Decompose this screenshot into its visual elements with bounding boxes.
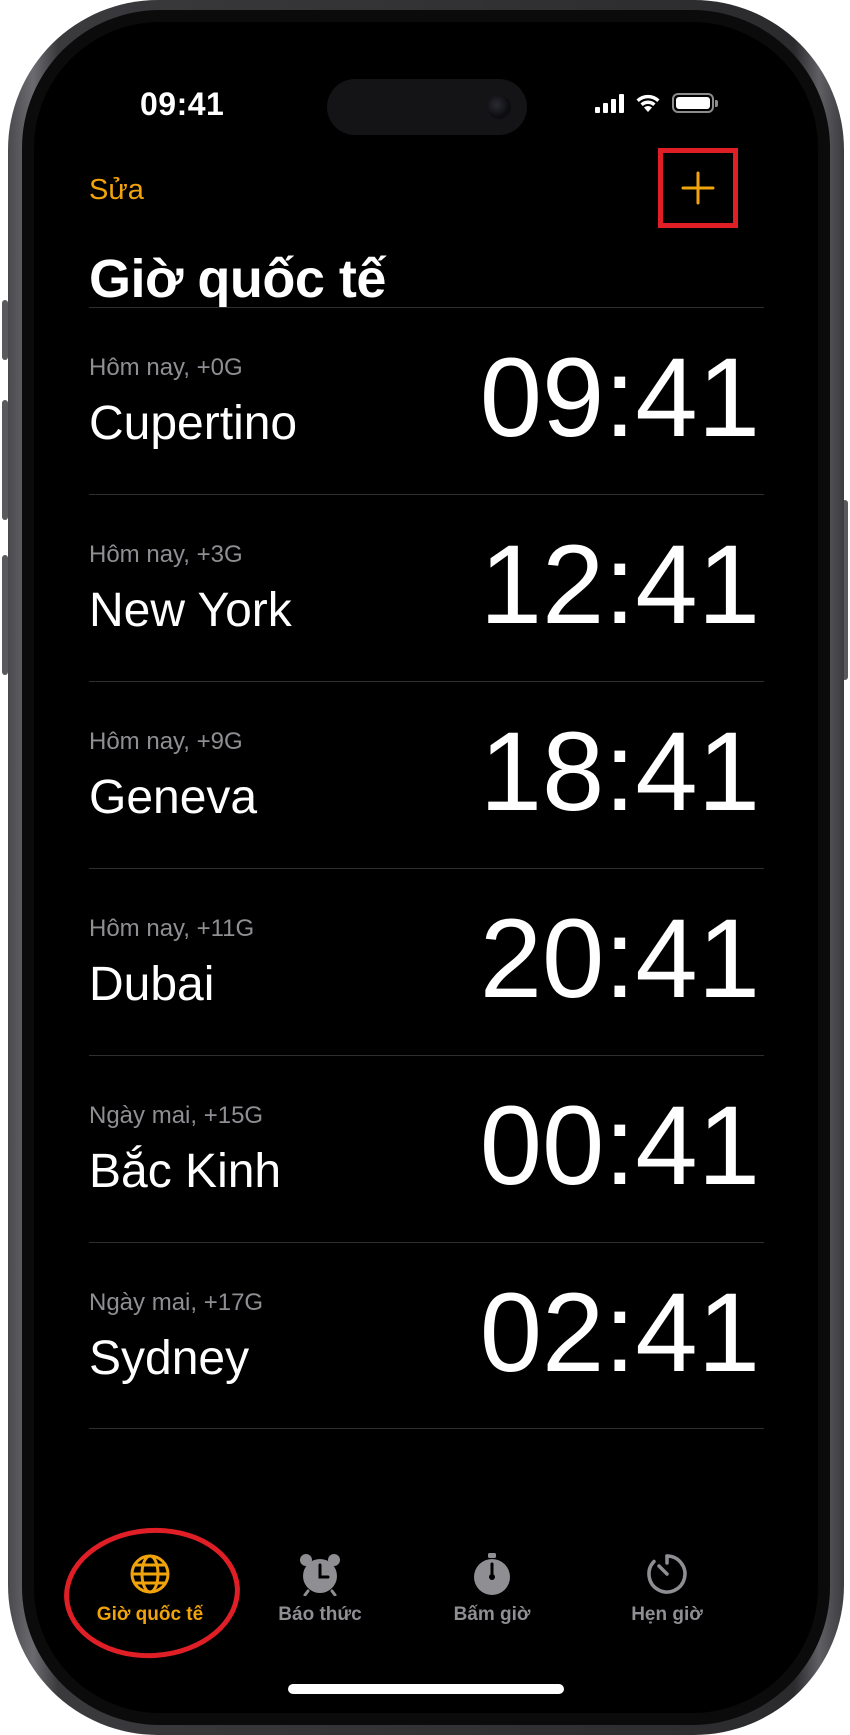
tab-label: Bấm giờ (453, 1604, 531, 1625)
clock-row[interactable]: Ngày mai, +15G Bắc Kinh 00:41 (89, 1055, 764, 1242)
front-camera-icon (487, 95, 511, 119)
tab-stopwatch[interactable]: Bấm giờ (412, 1552, 572, 1626)
clock-time: 18:41 (479, 709, 760, 834)
clock-offset: Hôm nay, +0G (89, 354, 243, 381)
clock-city: New York (89, 584, 292, 637)
status-bar-icons (595, 92, 718, 114)
phone-bezel: 09:41 Sửa Giờ quốc tế Hôm nay, +0G Cuper… (22, 10, 830, 1725)
annotation-highlight-box (658, 148, 738, 228)
clock-city: Bắc Kinh (89, 1145, 282, 1198)
stopwatch-icon (470, 1552, 514, 1596)
clock-offset: Hôm nay, +11G (89, 915, 255, 942)
tab-timer[interactable]: Hẹn giờ (587, 1552, 747, 1626)
clock-row[interactable]: Ngày mai, +17G Sydney 02:41 (89, 1242, 764, 1429)
battery-icon (672, 93, 718, 113)
alarm-clock-icon (298, 1552, 342, 1596)
tab-label: Báo thức (278, 1604, 362, 1625)
wifi-icon (636, 94, 660, 112)
clock-time: 00:41 (479, 1083, 760, 1208)
home-indicator[interactable] (288, 1684, 564, 1694)
add-clock-button[interactable] (658, 148, 738, 228)
tab-label: Hẹn giờ (631, 1604, 703, 1625)
status-bar-time: 09:41 (140, 86, 225, 122)
edit-button[interactable]: Sửa (89, 174, 144, 207)
clock-offset: Hôm nay, +3G (89, 541, 243, 568)
clock-offset: Hôm nay, +9G (89, 728, 243, 755)
clock-row[interactable]: Hôm nay, +11G Dubai 20:41 (89, 868, 764, 1055)
clock-time: 12:41 (479, 522, 760, 647)
clock-row[interactable]: Hôm nay, +9G Geneva 18:41 (89, 681, 764, 868)
phone-frame: 09:41 Sửa Giờ quốc tế Hôm nay, +0G Cuper… (8, 0, 844, 1735)
clock-time: 09:41 (479, 335, 760, 460)
clock-row[interactable]: Hôm nay, +3G New York 12:41 (89, 494, 764, 681)
clock-city: Geneva (89, 771, 258, 824)
phone-screen: 09:41 Sửa Giờ quốc tế Hôm nay, +0G Cuper… (34, 22, 818, 1713)
page-title: Giờ quốc tế (89, 249, 386, 309)
clock-offset: Ngày mai, +15G (89, 1102, 264, 1129)
dynamic-island (327, 79, 527, 135)
clock-city: Dubai (89, 958, 215, 1011)
clock-offset: Ngày mai, +17G (89, 1289, 264, 1316)
clock-time: 20:41 (479, 896, 760, 1021)
clock-city: Cupertino (89, 397, 298, 450)
cellular-signal-icon (595, 93, 624, 113)
clock-time: 02:41 (479, 1270, 760, 1395)
world-clock-list: Hôm nay, +0G Cupertino 09:41 Hôm nay, +3… (89, 307, 764, 1429)
timer-icon (645, 1552, 689, 1596)
clock-city: Sydney (89, 1332, 250, 1385)
tab-alarm[interactable]: Báo thức (240, 1552, 400, 1626)
clock-row[interactable]: Hôm nay, +0G Cupertino 09:41 (89, 307, 764, 494)
